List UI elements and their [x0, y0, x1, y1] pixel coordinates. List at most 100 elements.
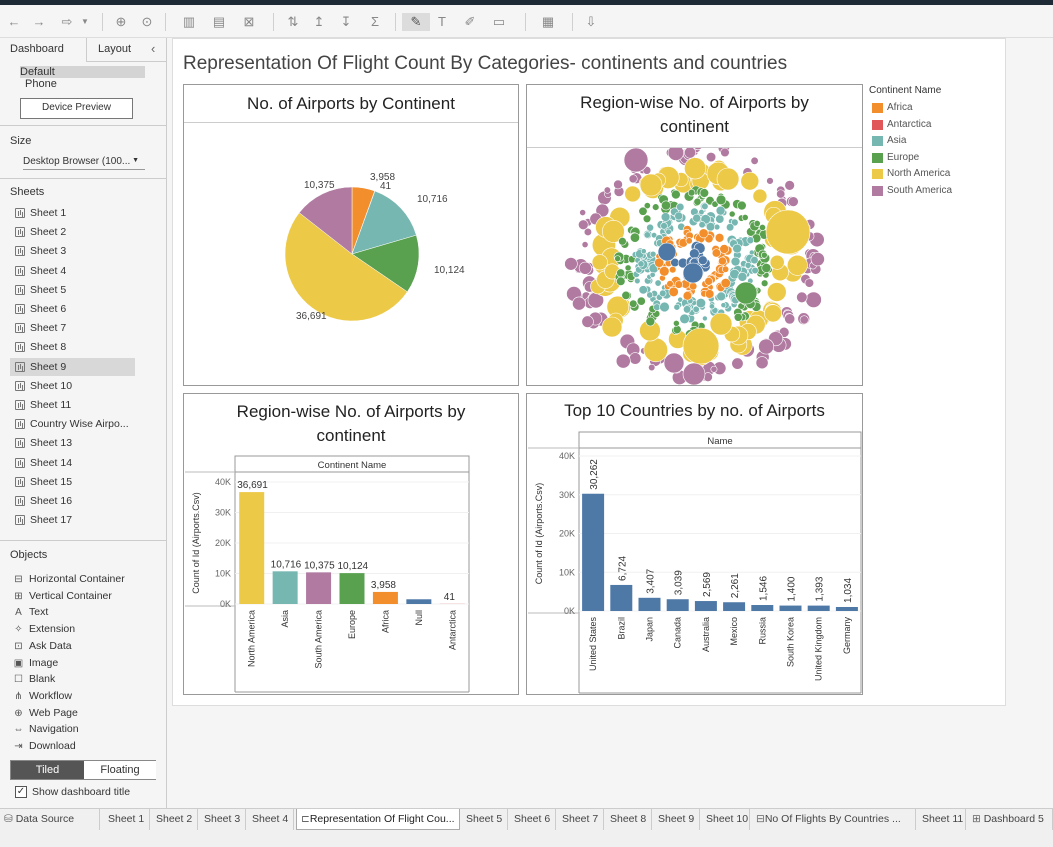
bubble-south-america[interactable]: [564, 257, 578, 271]
bubble-europe[interactable]: [618, 237, 627, 246]
legend-item-europe[interactable]: Europe: [869, 150, 979, 167]
bubble-europe[interactable]: [760, 251, 768, 259]
bubble-asia[interactable]: [744, 261, 752, 269]
sheet-item-sheet-9[interactable]: Sheet 9: [10, 357, 135, 376]
bubble-panel[interactable]: Region-wise No. of Airports by continent: [526, 84, 863, 386]
object-workflow[interactable]: ⋔ Workflow: [10, 688, 72, 704]
bubble-europe[interactable]: [642, 214, 652, 223]
bubble-africa[interactable]: [698, 228, 709, 239]
bubble-africa[interactable]: [674, 280, 684, 289]
bubble-asia[interactable]: [746, 236, 755, 245]
object-image[interactable]: ▣ Image: [10, 655, 58, 671]
bubble-null[interactable]: [698, 255, 708, 266]
bubble-asia[interactable]: [737, 271, 748, 282]
bubble-south-america[interactable]: [615, 353, 631, 369]
sheet-tab-sheet-11[interactable]: Sheet 11: [918, 809, 966, 830]
format-icon[interactable]: ✐: [462, 13, 478, 31]
sheet-item-sheet-1[interactable]: Sheet 1: [10, 204, 135, 222]
bubble-null[interactable]: [657, 242, 677, 262]
bubble-south-america[interactable]: [796, 291, 808, 303]
sheet-tab-representation-of-flight-cou[interactable]: ⊏Representation Of Flight Cou...: [296, 809, 460, 830]
bubble-asia[interactable]: [698, 221, 706, 229]
legend-item-asia[interactable]: Asia: [869, 133, 979, 150]
bubble-africa[interactable]: [685, 237, 693, 245]
bubble-asia[interactable]: [646, 291, 654, 299]
bubble-asia[interactable]: [732, 243, 742, 254]
bubble-north-america[interactable]: [682, 327, 720, 365]
bar-united-states[interactable]: [582, 493, 605, 611]
bubble-europe[interactable]: [616, 268, 626, 278]
sheet-tab-sheet-1[interactable]: Sheet 1: [104, 809, 150, 830]
bar-mexico[interactable]: [723, 602, 746, 611]
bubble-europe[interactable]: [715, 194, 727, 206]
object-vertical-container[interactable]: ⊞ Vertical Container: [10, 588, 112, 604]
object-extension[interactable]: ✧ Extension: [10, 621, 75, 637]
bubble-europe[interactable]: [616, 276, 626, 286]
bubble-south-america[interactable]: [766, 177, 774, 185]
sheet-item-sheet-17[interactable]: Sheet 17: [10, 511, 135, 529]
bubble-asia[interactable]: [654, 279, 662, 287]
bubble-asia[interactable]: [660, 222, 668, 230]
sheet-tab-sheet-10[interactable]: Sheet 10: [702, 809, 750, 830]
bubble-south-america[interactable]: [804, 278, 815, 288]
countries-bar-chart[interactable]: Name Count of Id (Airports.Csv) 40K 30K 20K 1…: [527, 430, 862, 694]
bar-japan[interactable]: [638, 597, 661, 611]
undo-icon[interactable]: ←: [6, 13, 22, 31]
bubble-asia[interactable]: [702, 315, 708, 322]
bubble-asia[interactable]: [646, 223, 654, 232]
bubble-asia[interactable]: [637, 260, 645, 268]
sheet-item-sheet-13[interactable]: Sheet 13: [10, 434, 135, 452]
bubble-asia[interactable]: [640, 248, 647, 255]
replay-icon[interactable]: ⇨: [57, 13, 77, 31]
bubble-europe[interactable]: [638, 206, 648, 216]
bubble-asia[interactable]: [716, 291, 726, 302]
bubble-north-america[interactable]: [639, 173, 663, 197]
bubble-north-america[interactable]: [752, 188, 768, 204]
bubble-africa[interactable]: [704, 277, 713, 286]
bubble-asia[interactable]: [660, 212, 671, 222]
continent-bar-chart[interactable]: Continent Name Count of Id (Airports.Csv)…: [184, 454, 518, 694]
bubble-south-america[interactable]: [784, 180, 795, 191]
bar-north-america[interactable]: [239, 492, 265, 604]
show-title-checkbox[interactable]: ✓: [15, 786, 27, 798]
clear-sheet-icon[interactable]: ⊠: [238, 13, 260, 31]
bar-asia[interactable]: [272, 571, 298, 604]
sheet-item-sheet-5[interactable]: Sheet 5: [10, 281, 135, 299]
bubble-europe[interactable]: [661, 200, 671, 211]
legend-item-north-america[interactable]: North America: [869, 166, 979, 183]
bar-germany[interactable]: [835, 606, 858, 611]
bubble-north-america[interactable]: [767, 282, 787, 302]
bubble-europe[interactable]: [672, 325, 682, 334]
object-web-page[interactable]: ⊕ Web Page: [10, 705, 78, 721]
bubble-africa[interactable]: [689, 282, 698, 291]
show-me-icon[interactable]: ▦: [535, 13, 561, 31]
sheet-tab-data-source[interactable]: ⛁ Data Source: [0, 809, 100, 830]
sheet-tab-sheet-5[interactable]: Sheet 5: [462, 809, 508, 830]
object-blank[interactable]: ☐ Blank: [10, 671, 55, 687]
bubble-asia[interactable]: [643, 231, 651, 239]
sheet-item-sheet-2[interactable]: Sheet 2: [10, 223, 135, 241]
bubble-asia[interactable]: [726, 223, 735, 232]
tab-dashboard[interactable]: Dashboard: [0, 38, 87, 62]
tiled-option[interactable]: Tiled: [11, 761, 84, 779]
bubble-south-america[interactable]: [629, 352, 642, 365]
object-horizontal-container[interactable]: ⊟ Horizontal Container: [10, 571, 124, 587]
bubble-south-america[interactable]: [648, 363, 656, 372]
bubble-asia[interactable]: [673, 303, 681, 311]
sheet-tab-sheet-9[interactable]: Sheet 9: [654, 809, 700, 830]
sheet-item-sheet-10[interactable]: Sheet 10: [10, 377, 135, 395]
bar-canada[interactable]: [666, 599, 689, 611]
bubble-asia[interactable]: [750, 256, 759, 265]
bubble-south-america[interactable]: [758, 338, 775, 355]
bubble-africa[interactable]: [669, 266, 677, 274]
collapse-sidebar-icon[interactable]: ‹: [151, 38, 163, 62]
bubble-south-america[interactable]: [682, 362, 706, 385]
bubble-europe[interactable]: [629, 232, 640, 243]
bubble-south-america[interactable]: [799, 315, 809, 325]
bubble-north-america[interactable]: [684, 157, 707, 180]
bubble-north-america[interactable]: [709, 312, 733, 336]
bubble-asia[interactable]: [720, 302, 727, 309]
sheet-tab-dashboard-5[interactable]: ⊞ Dashboard 5: [968, 809, 1053, 830]
bubble-europe[interactable]: [621, 290, 631, 300]
bubble-north-america[interactable]: [643, 337, 668, 363]
